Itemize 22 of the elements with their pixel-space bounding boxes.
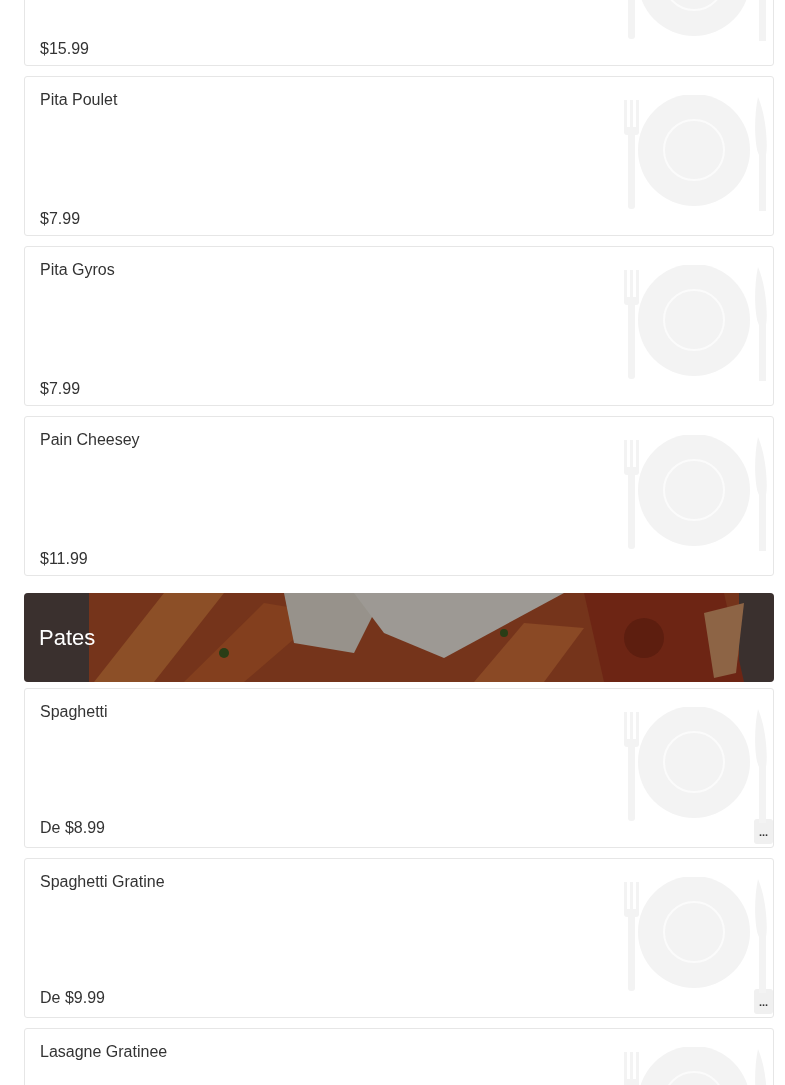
menu-item-card[interactable]: Pita Poulet $7.99 (24, 76, 774, 236)
menu-item-card[interactable]: Spaghetti De $8.99 ... (24, 688, 774, 848)
item-price: De $9.99 (40, 989, 105, 1007)
menu-item-card[interactable]: Pita Gyros $7.99 (24, 246, 774, 406)
item-name: Pain Cheesey (40, 431, 140, 449)
item-price: $11.99 (40, 550, 88, 568)
item-price: $7.99 (40, 380, 81, 398)
item-price: De $8.99 (40, 819, 105, 837)
item-name: Pita Gyros (40, 261, 115, 279)
item-name: Lasagne Gratinee (40, 1043, 168, 1061)
menu-item-card[interactable]: Pain Cheesey $11.99 (24, 416, 774, 576)
item-name: Pita Poulet (40, 91, 118, 109)
menu-item-card[interactable]: Lasagne Gratinee (24, 1028, 774, 1085)
more-button[interactable]: ... (754, 989, 773, 1014)
category-title: Pates (39, 624, 96, 651)
menu-item-card[interactable]: $15.99 (24, 0, 774, 66)
menu-item-card[interactable]: Spaghetti Gratine De $9.99 ... (24, 858, 774, 1018)
item-name: Spaghetti (40, 703, 108, 721)
item-name: Spaghetti Gratine (40, 873, 165, 891)
item-price: $7.99 (40, 210, 81, 228)
more-button[interactable]: ... (754, 819, 773, 844)
item-price: $15.99 (40, 40, 89, 58)
